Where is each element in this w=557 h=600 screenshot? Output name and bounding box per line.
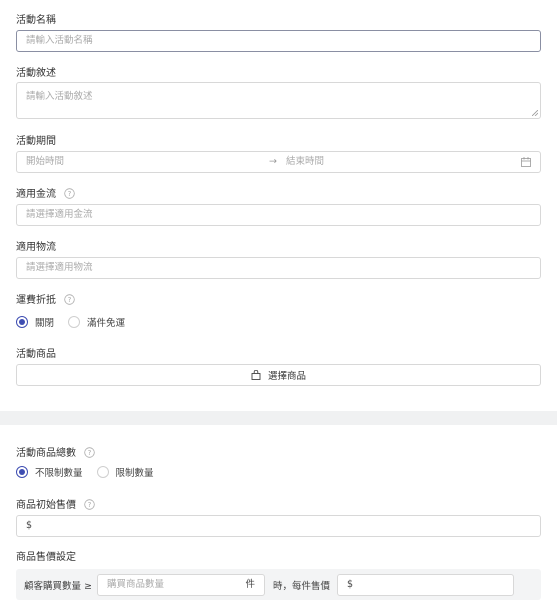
calendar-icon[interactable] bbox=[521, 157, 531, 167]
svg-text:?: ? bbox=[88, 501, 92, 509]
svg-text:?: ? bbox=[68, 296, 72, 304]
activity-period-range[interactable]: 開始時間 → 結束時間 bbox=[16, 151, 541, 173]
total-quantity-label-text: 活動商品總數 bbox=[16, 448, 76, 459]
price-tier-row: 顧客購買數量 ≥ 購買商品數量 件 時，每件售價 $ bbox=[16, 569, 541, 600]
radio-label: 關閉 bbox=[35, 318, 55, 329]
radio-circle-icon bbox=[16, 316, 28, 328]
payment-label-text: 適用金流 bbox=[16, 189, 56, 200]
shipping-discount-label-text: 運費折抵 bbox=[16, 295, 56, 306]
activity-name-label: 活動名稱 bbox=[16, 15, 56, 26]
activity-name-input[interactable]: 請輸入活動名稱 bbox=[16, 30, 541, 52]
quantity-unit: 件 bbox=[245, 578, 255, 590]
price-tier-prefix: 顧客購買數量 ≥ bbox=[24, 580, 92, 592]
purchase-quantity-input[interactable]: 購買商品數量 件 bbox=[96, 573, 265, 596]
tier-price-input[interactable]: $ bbox=[337, 573, 514, 596]
radio-label: 限制數量 bbox=[115, 468, 154, 479]
logistics-select[interactable]: 請選擇適用物流 bbox=[16, 257, 541, 279]
help-icon[interactable]: ? bbox=[84, 499, 95, 510]
select-products-button-label: 選擇商品 bbox=[267, 371, 306, 382]
section-divider bbox=[0, 411, 557, 425]
purchase-quantity-placeholder: 購買商品數量 bbox=[106, 578, 164, 590]
help-icon[interactable]: ? bbox=[64, 188, 75, 199]
shipping-discount-label: 運費折抵 ? bbox=[16, 291, 75, 306]
svg-text:?: ? bbox=[68, 190, 72, 198]
radio-circle-icon bbox=[16, 466, 28, 478]
radio-circle-icon bbox=[96, 466, 109, 478]
select-products-button[interactable]: 選擇商品 bbox=[16, 364, 541, 386]
radio-label: 不限制數量 bbox=[35, 468, 83, 479]
help-icon[interactable]: ? bbox=[84, 447, 95, 458]
radio-circle-icon bbox=[68, 316, 81, 328]
limited-quantity-radio[interactable]: 限制數量 bbox=[96, 465, 154, 479]
initial-price-label-text: 商品初始售價 bbox=[16, 500, 76, 511]
price-settings-label: 商品售價設定 bbox=[16, 552, 76, 563]
logistics-label: 適用物流 bbox=[16, 242, 56, 253]
activity-description-label: 活動敘述 bbox=[16, 68, 56, 79]
payment-select[interactable]: 請選擇適用金流 bbox=[16, 204, 541, 226]
start-time-placeholder[interactable]: 開始時間 bbox=[26, 152, 64, 172]
shipping-discount-off-radio[interactable]: 關閉 bbox=[16, 315, 54, 329]
activity-description-textarea[interactable]: 請輸入活動敘述 bbox=[16, 82, 541, 119]
shopping-bag-icon bbox=[251, 370, 261, 380]
initial-price-input[interactable]: $ bbox=[16, 515, 541, 537]
payment-label: 適用金流 ? bbox=[16, 185, 75, 200]
total-quantity-radio-group: 不限制數量 限制數量 bbox=[16, 465, 168, 479]
help-icon[interactable]: ? bbox=[64, 294, 75, 305]
radio-label: 滿件免運 bbox=[87, 318, 126, 329]
range-arrow-icon: → bbox=[269, 156, 277, 167]
resize-handle-icon[interactable] bbox=[532, 110, 538, 116]
activity-description-placeholder: 請輸入活動敘述 bbox=[26, 91, 93, 102]
total-quantity-label: 活動商品總數 ? bbox=[16, 444, 95, 459]
svg-text:?: ? bbox=[88, 449, 92, 457]
activity-period-label: 活動期間 bbox=[16, 136, 56, 147]
price-tier-middle: 時，每件售價 bbox=[272, 580, 330, 592]
end-time-placeholder[interactable]: 結束時間 bbox=[286, 152, 324, 172]
shipping-discount-free-radio[interactable]: 滿件免運 bbox=[68, 315, 125, 329]
activity-products-label: 活動商品 bbox=[16, 349, 56, 360]
unlimited-quantity-radio[interactable]: 不限制數量 bbox=[16, 465, 83, 479]
shipping-discount-radio-group: 關閉 滿件免運 bbox=[16, 315, 139, 329]
initial-price-label: 商品初始售價 ? bbox=[16, 496, 95, 511]
